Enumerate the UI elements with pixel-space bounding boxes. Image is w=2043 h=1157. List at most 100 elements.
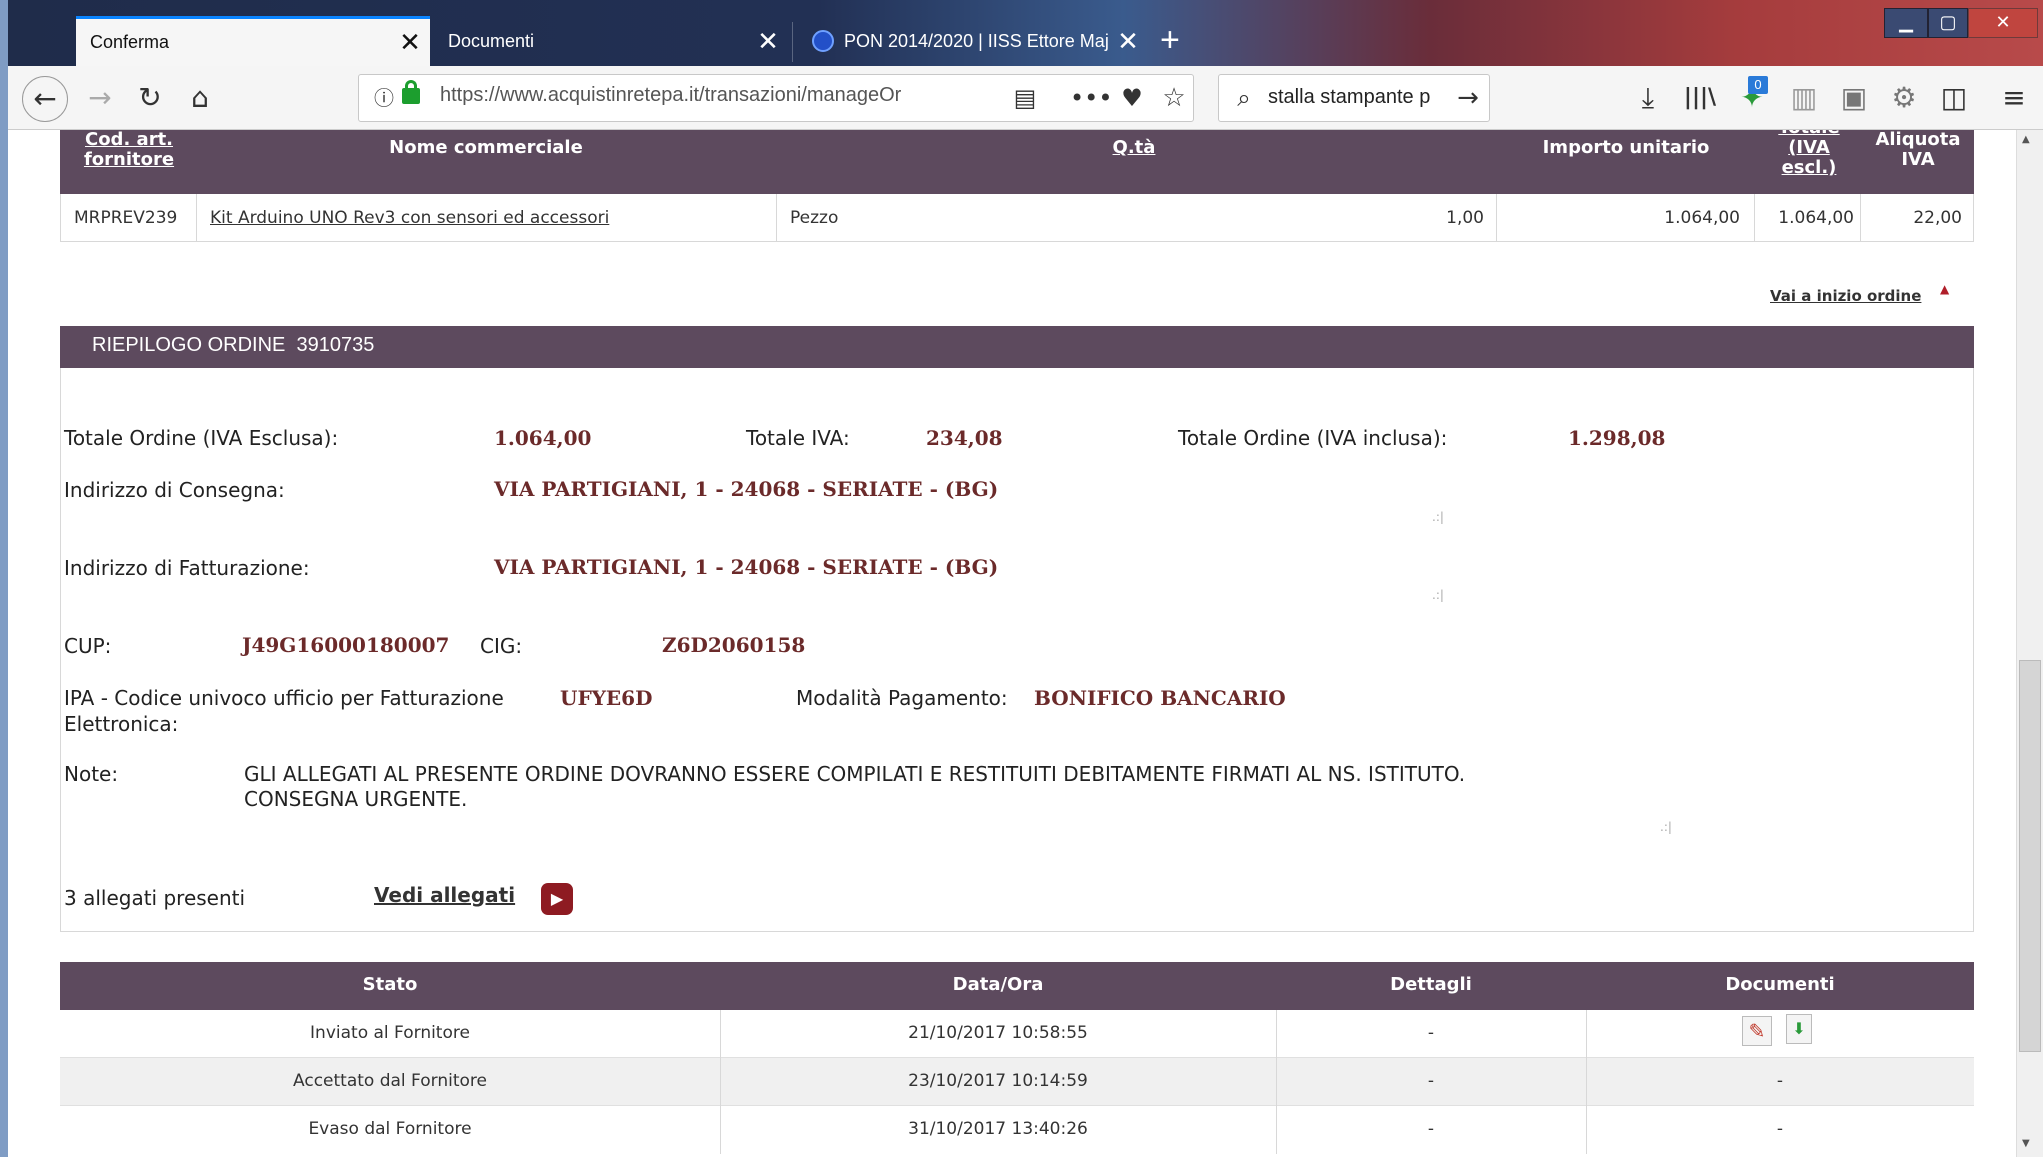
settings-icon[interactable]: ⚙ — [1884, 78, 1924, 118]
header-nome-commerciale: Nome commerciale — [389, 137, 583, 158]
item-unit-price: 1.064,00 — [1664, 208, 1740, 228]
view-attachments-link[interactable]: Vedi allegati — [374, 883, 515, 907]
header-aliquota-iva: Aliquota IVA — [1875, 129, 1961, 170]
reader-view-icon[interactable]: ▤ — [1008, 78, 1042, 118]
search-input[interactable]: stalla stampante p — [1268, 86, 1430, 109]
close-tab-icon[interactable]: ✕ — [748, 26, 788, 57]
pocket-icon[interactable]: ♥ — [1114, 78, 1150, 118]
tab-label: Conferma — [90, 32, 170, 52]
status-stato: Evaso dal Fornitore — [308, 1119, 472, 1139]
vat-value: 234,08 — [926, 426, 1003, 450]
url-text[interactable]: https://www.acquistinretepa.it/transazio… — [440, 84, 901, 107]
cig-label: CIG: — [480, 634, 523, 658]
tab-documenti[interactable]: Documenti ✕ — [434, 16, 788, 66]
cig-value: Z6D2060158 — [662, 633, 806, 657]
total-inc-label: Totale Ordine (IVA inclusa): — [1178, 426, 1448, 450]
lock-shackle — [405, 80, 417, 92]
tab-label: Documenti — [448, 30, 535, 51]
resize-handle-icon[interactable]: .:| — [1660, 820, 1672, 834]
download-icon[interactable]: ⤓ — [1628, 78, 1668, 118]
forward-icon[interactable]: → — [80, 78, 120, 118]
sidebar-icon[interactable]: ◫ — [1934, 78, 1974, 118]
go-arrow-icon[interactable]: → — [1450, 78, 1486, 118]
scrollbar-thumb[interactable] — [2019, 660, 2041, 1052]
header-dettagli: Dettagli — [1390, 974, 1472, 995]
delivery-address: VIA PARTIGIANI, 1 - 24068 - SERIATE - (B… — [494, 477, 999, 501]
total-inc-value: 1.298,08 — [1568, 426, 1666, 450]
item-total: 1.064,00 — [1778, 208, 1854, 228]
screenshot-icon[interactable]: ▣ — [1834, 78, 1874, 118]
tab-pon[interactable]: PON 2014/2020 | IISS Ettore Maj ✕ — [798, 16, 1148, 66]
scroll-up-icon[interactable]: ▲ — [2022, 134, 2030, 145]
minimize-button[interactable]: ▁ — [1884, 8, 1928, 38]
tab-conferma[interactable]: Conferma ✕ — [76, 16, 430, 66]
payment-value: BONIFICO BANCARIO — [1034, 686, 1286, 710]
item-code: MRPREV239 — [74, 208, 178, 228]
close-window-button[interactable]: ✕ — [1968, 8, 2038, 38]
status-data: 23/10/2017 10:14:59 — [908, 1071, 1088, 1091]
status-documenti: - — [1776, 1071, 1784, 1091]
status-stato: Inviato al Fornitore — [310, 1023, 470, 1043]
cell-divider — [196, 194, 197, 242]
notes-text-cont: CONSEGNA URGENTE. — [244, 787, 468, 811]
back-icon[interactable]: ← — [22, 76, 68, 122]
notification-badge: 0 — [1748, 76, 1768, 94]
ipa-label: IPA - Codice univoco ufficio per Fattura… — [64, 686, 504, 710]
reload-icon[interactable]: ↻ — [130, 78, 170, 118]
billing-address: VIA PARTIGIANI, 1 - 24068 - SERIATE - (B… — [494, 555, 999, 579]
bookmark-star-icon[interactable]: ☆ — [1156, 78, 1192, 118]
search-icon: ⌕ — [1237, 84, 1251, 112]
new-tab-button[interactable]: + — [1160, 20, 1180, 60]
item-name-link[interactable]: Kit Arduino UNO Rev3 con sensori ed acce… — [210, 208, 609, 228]
header-data-ora: Data/Ora — [952, 974, 1044, 995]
up-arrow-icon[interactable]: ▲ — [1940, 282, 1949, 296]
close-tab-icon[interactable]: ✕ — [1108, 26, 1148, 57]
billing-label: Indirizzo di Fatturazione: — [64, 556, 310, 580]
back-to-top-link[interactable]: Vai a inizio ordine — [1770, 287, 1921, 305]
cell-divider — [1754, 194, 1755, 242]
header-documenti: Documenti — [1725, 974, 1835, 995]
notes-text: GLI ALLEGATI AL PRESENTE ORDINE DOVRANNO… — [244, 762, 1466, 786]
item-qty: 1,00 — [1446, 208, 1484, 228]
cup-label: CUP: — [64, 634, 112, 658]
status-dettagli: - — [1427, 1119, 1435, 1139]
maximize-button[interactable]: ▢ — [1928, 8, 1968, 38]
window-border — [0, 0, 8, 1157]
ipa-value: UFYE6D — [560, 686, 653, 710]
scroll-down-icon[interactable]: ▼ — [2022, 1138, 2030, 1149]
status-documenti: - — [1776, 1119, 1784, 1139]
header-stato: Stato — [362, 974, 418, 995]
cup-value: J49G16000180007 — [242, 633, 450, 657]
home-icon[interactable]: ⌂ — [180, 78, 220, 118]
header-qta[interactable]: Q.tà — [1064, 138, 1204, 158]
resize-handle-icon[interactable]: .:| — [1432, 588, 1444, 602]
total-ex-label: Totale Ordine (IVA Esclusa): — [64, 426, 339, 450]
resize-handle-icon[interactable]: .:| — [1432, 510, 1444, 524]
info-icon[interactable]: ⓘ — [370, 78, 398, 118]
globe-icon — [812, 30, 834, 52]
header-cod-art[interactable]: Cod. art. fornitore — [60, 130, 198, 170]
menu-icon[interactable]: ≡ — [1994, 78, 2034, 118]
download-document-icon[interactable]: ⬇ — [1786, 1014, 1812, 1044]
delivery-label: Indirizzo di Consegna: — [64, 478, 285, 502]
ipa-label-cont: Elettronica: — [64, 712, 179, 736]
more-icon[interactable]: ••• — [1070, 78, 1112, 118]
header-totale[interactable]: Totale (IVA escl.) — [1756, 130, 1862, 178]
status-dettagli: - — [1427, 1071, 1435, 1091]
item-vat: 22,00 — [1913, 208, 1962, 228]
cell-divider — [776, 194, 777, 242]
cell-divider — [1496, 194, 1497, 242]
close-tab-icon[interactable]: ✕ — [390, 27, 430, 58]
tab-label: PON 2014/2020 | IISS Ettore Maj — [844, 30, 1108, 51]
library-icon[interactable]: |||\ — [1680, 78, 1720, 118]
summary-title: RIEPILOGO ORDINE 3910735 — [92, 334, 375, 356]
item-unit: Pezzo — [790, 208, 839, 228]
reader-icon[interactable]: ▥ — [1784, 78, 1824, 118]
edit-document-icon[interactable]: ✎ — [1742, 1016, 1772, 1046]
cell-divider — [1860, 194, 1861, 242]
play-arrow-icon[interactable]: ▶ — [541, 883, 573, 915]
status-data: 21/10/2017 10:58:55 — [908, 1023, 1088, 1043]
status-dettagli: - — [1427, 1023, 1435, 1043]
payment-label: Modalità Pagamento: — [796, 686, 1008, 710]
attachments-count: 3 allegati presenti — [64, 886, 246, 910]
